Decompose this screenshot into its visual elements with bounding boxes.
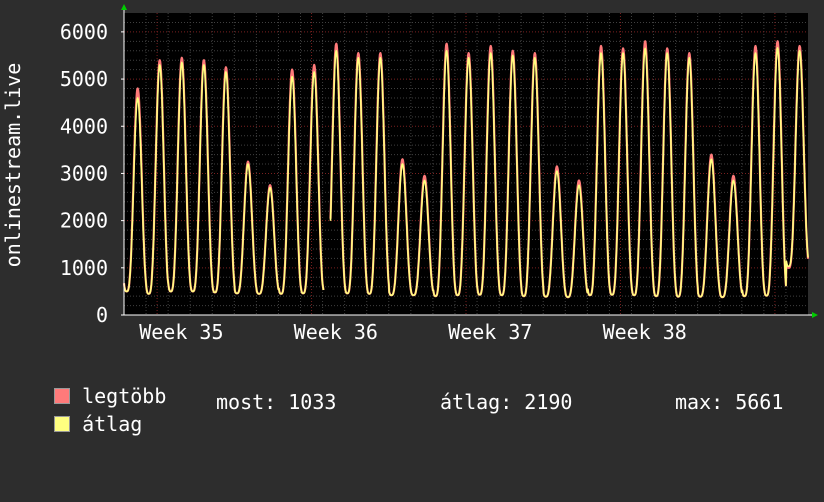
y-tick-label: 3000 — [60, 161, 108, 185]
stat-avg-label: átlag: — [440, 390, 513, 414]
x-axis-arrow — [812, 312, 818, 318]
y-tick-label: 4000 — [60, 114, 108, 138]
y-axis-arrow — [121, 4, 127, 10]
legend-row-max: legtöbb — [30, 363, 166, 407]
x-tick-labels: Week 35 Week 36 Week 37 Week 38 — [139, 320, 687, 344]
x-tick-label: Week 35 — [139, 320, 223, 344]
y-tick-label: 5000 — [60, 67, 108, 91]
chart-svg: 0 1000 2000 3000 4000 5000 6000 Week 35 Week 36… — [1, 4, 818, 344]
stat-avg: átlag: 2190 — [440, 391, 572, 413]
legend-label-avg: átlag — [82, 412, 143, 436]
x-tick-label: Week 37 — [448, 320, 532, 344]
stat-max: max: 5661 — [675, 391, 783, 413]
y-tick-label: 1000 — [60, 256, 108, 280]
stat-now: most: 1033 — [216, 391, 336, 413]
stat-avg-value: 2190 — [524, 390, 573, 414]
stat-now-value: 1033 — [288, 390, 337, 414]
stat-now-label: most: — [216, 390, 277, 414]
x-tick-label: Week 36 — [294, 320, 378, 344]
legend-row-avg: átlag most: 1033 átlag: 2190 max: 5661 — [30, 391, 820, 435]
y-tick-label: 0 — [96, 303, 108, 327]
stat-max-value: 5661 — [735, 390, 784, 414]
y-tick-label: 6000 — [60, 20, 108, 44]
stat-max-label: max: — [675, 390, 724, 414]
y-tick-label: 2000 — [60, 209, 108, 233]
y-tick-labels: 0 1000 2000 3000 4000 5000 6000 — [60, 20, 108, 327]
y-axis-label: onlinestream.live — [1, 63, 25, 268]
x-tick-label: Week 38 — [603, 320, 687, 344]
